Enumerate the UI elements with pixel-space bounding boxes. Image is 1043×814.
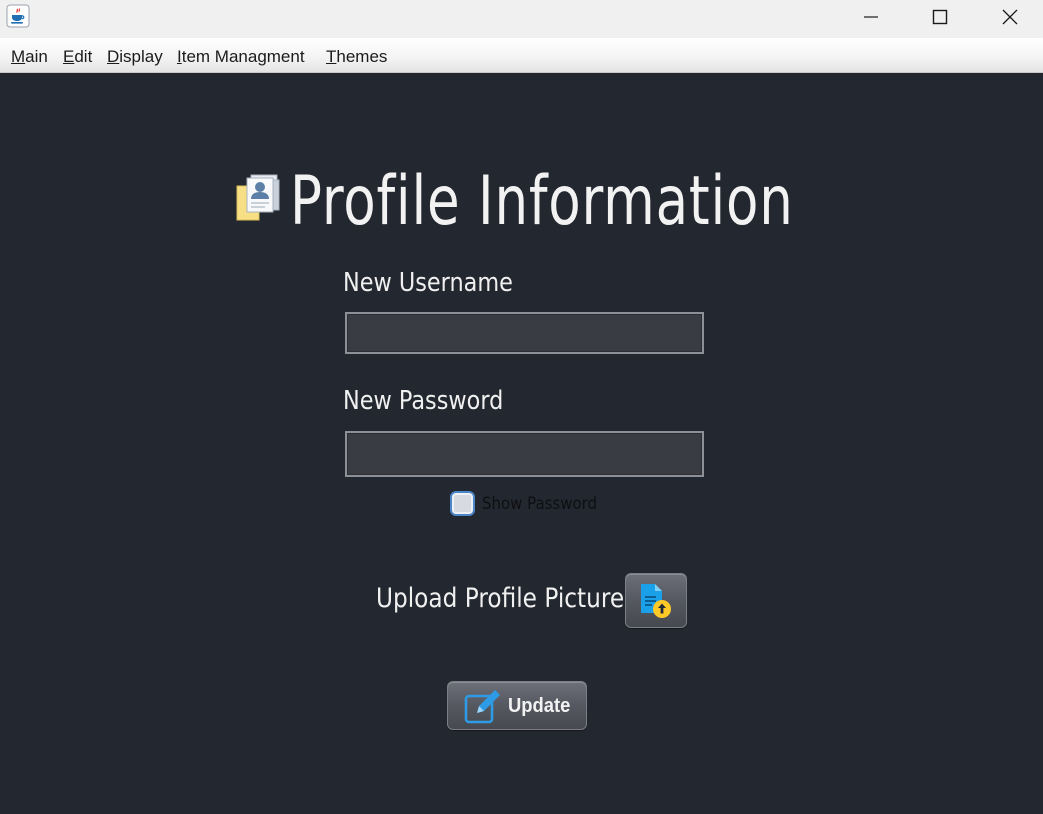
password-label: New Password (343, 386, 504, 416)
password-input[interactable] (345, 431, 704, 477)
menu-themes[interactable]: Themes (326, 47, 387, 67)
profile-card-icon (235, 172, 281, 224)
close-button[interactable] (975, 0, 1043, 34)
maximize-button[interactable] (905, 0, 975, 34)
update-button[interactable]: Update (447, 681, 587, 730)
update-button-label: Update (508, 695, 571, 717)
menu-bar: Main Edit Display Item Managment Themes (0, 38, 1043, 73)
username-label: New Username (343, 268, 513, 298)
file-upload-icon (641, 584, 671, 618)
menu-edit[interactable]: Edit (63, 47, 92, 67)
menu-item-managment[interactable]: Item Managment (177, 47, 305, 67)
close-icon (1002, 9, 1018, 25)
edit-pencil-icon (464, 690, 500, 724)
page-title: Profile Information (290, 162, 794, 241)
upload-profile-picture-label: Upload Profile Picture (376, 583, 625, 614)
menu-display[interactable]: Display (107, 47, 163, 67)
show-password-label[interactable]: Show Password (482, 494, 597, 514)
title-bar (0, 0, 1043, 38)
menu-main[interactable]: Main (11, 47, 48, 67)
username-input[interactable] (345, 312, 704, 354)
show-password-checkbox[interactable] (450, 491, 475, 516)
maximize-icon (932, 9, 948, 25)
upload-profile-picture-button[interactable] (625, 573, 687, 628)
app-window: Main Edit Display Item Managment Themes … (0, 0, 1043, 814)
minimize-icon (864, 16, 878, 18)
java-cup-icon (6, 4, 30, 28)
minimize-button[interactable] (836, 0, 906, 34)
